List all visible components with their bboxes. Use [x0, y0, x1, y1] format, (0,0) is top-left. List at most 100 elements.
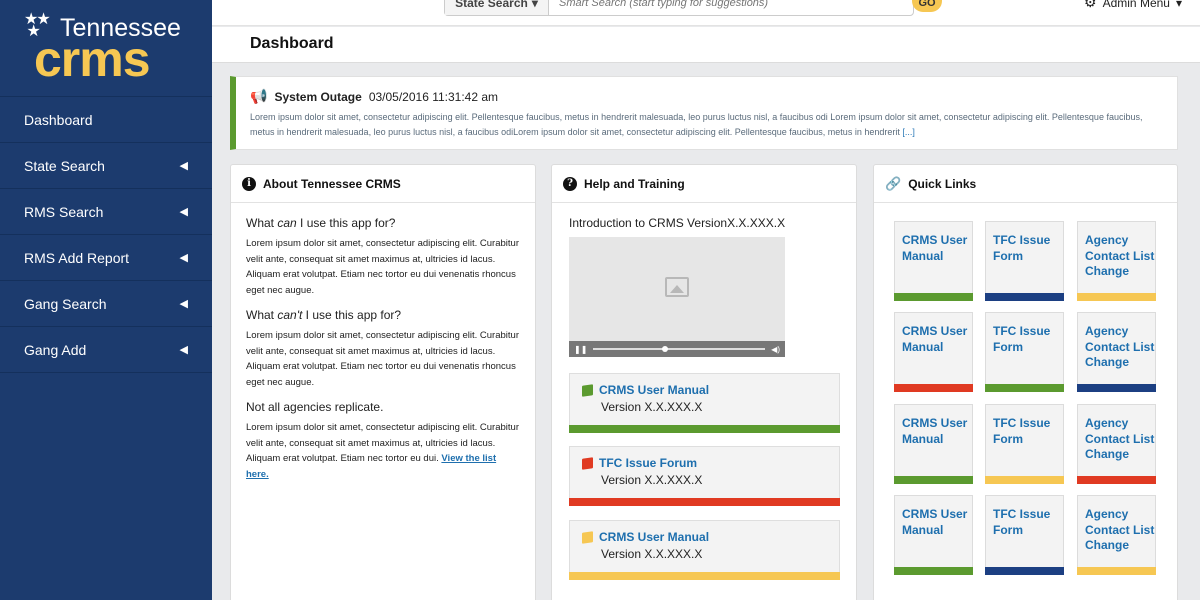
- gears-icon: ⚙: [1084, 0, 1097, 10]
- quick-link-tile[interactable]: CRMS User Manual: [894, 404, 973, 484]
- logo-app-text: crms: [34, 31, 151, 87]
- quick-link-label[interactable]: CRMS User Manual: [902, 416, 974, 447]
- pause-icon[interactable]: ❚❚: [574, 345, 587, 354]
- system-alert: 📢 System Outage 03/05/2016 11:31:42 am L…: [230, 76, 1178, 150]
- smart-search: State Search ▾: [444, 0, 914, 16]
- video-scrubber[interactable]: [662, 346, 669, 352]
- quick-link-tile[interactable]: TFC Issue Form: [985, 312, 1064, 392]
- book-icon: [582, 530, 593, 544]
- quick-link-tile[interactable]: TFC Issue Form: [985, 221, 1064, 301]
- quick-link-label[interactable]: TFC Issue Form: [993, 324, 1065, 355]
- quick-link-tile[interactable]: TFC Issue Form: [985, 495, 1064, 575]
- quick-links-title: Quick Links: [908, 176, 977, 191]
- quick-link-label[interactable]: Agency Contact List Change: [1085, 324, 1157, 371]
- about-question-2: What can't I use this app for?: [246, 308, 402, 322]
- color-stripe: [1077, 384, 1156, 392]
- quick-link-label[interactable]: Agency Contact List Change: [1085, 233, 1157, 280]
- alert-body: Lorem ipsum dolor sit amet, consectetur …: [250, 110, 1165, 140]
- volume-icon[interactable]: ◀): [771, 345, 780, 354]
- go-button[interactable]: GO: [912, 0, 942, 12]
- search-scope-select[interactable]: State Search ▾: [445, 0, 549, 15]
- book-icon: [582, 456, 593, 470]
- about-panel: i About Tennessee CRMS What can I use th…: [230, 164, 536, 600]
- video-title: Introduction to CRMS VersionX.X.XXX.X: [569, 216, 786, 230]
- sidebar-item-label: Gang Add: [24, 341, 87, 358]
- expand-arrow-icon: ◀: [179, 298, 188, 310]
- about-paragraph-2: Lorem ipsum dolor sit amet, consectetur …: [246, 330, 519, 388]
- alert-text: Lorem ipsum dolor sit amet, consectetur …: [250, 112, 1143, 137]
- color-stripe: [569, 425, 840, 433]
- alert-timestamp: 03/05/2016 11:31:42 am: [368, 89, 499, 104]
- admin-menu[interactable]: ⚙ Admin Menu ▾: [1084, 0, 1182, 11]
- quick-link-label[interactable]: CRMS User Manual: [902, 507, 974, 538]
- quick-link-label[interactable]: Agency Contact List Change: [1085, 416, 1157, 463]
- help-document-card[interactable]: CRMS User Manual Version X.X.XXX.X: [569, 520, 840, 580]
- about-question-3: Not all agencies replicate.: [246, 400, 384, 414]
- quick-link-label[interactable]: CRMS User Manual: [902, 324, 974, 355]
- color-stripe: [985, 476, 1064, 484]
- sidebar-item-label: State Search: [24, 157, 105, 174]
- quick-link-label[interactable]: TFC Issue Form: [993, 416, 1065, 447]
- color-stripe: [894, 476, 973, 484]
- video-progress-bar[interactable]: [593, 346, 766, 352]
- page-header: Dashboard: [212, 27, 1200, 63]
- page-title: Dashboard: [250, 35, 334, 52]
- sidebar-item-gang-add[interactable]: Gang Add ◀: [0, 327, 212, 373]
- search-scope-label: State Search: [455, 0, 528, 10]
- color-stripe: [1077, 476, 1156, 484]
- help-document-title[interactable]: CRMS User Manual: [599, 383, 709, 397]
- help-document-title[interactable]: CRMS User Manual: [599, 530, 709, 544]
- quick-link-label[interactable]: Agency Contact List Change: [1085, 507, 1157, 554]
- quick-link-tile[interactable]: CRMS User Manual: [894, 312, 973, 392]
- quick-link-label[interactable]: CRMS User Manual: [902, 233, 974, 264]
- sidebar-item-label: RMS Search: [24, 203, 104, 220]
- quick-link-tile[interactable]: CRMS User Manual: [894, 221, 973, 301]
- info-icon: i: [242, 176, 256, 191]
- alert-title: System Outage: [274, 89, 362, 104]
- quick-link-tile[interactable]: Agency Contact List Change: [1077, 404, 1156, 484]
- quick-link-label[interactable]: TFC Issue Form: [993, 233, 1065, 264]
- color-stripe: [569, 498, 840, 506]
- help-document-card[interactable]: TFC Issue Forum Version X.X.XXX.X: [569, 446, 840, 506]
- help-document-version: Version X.X.XXX.X: [601, 400, 703, 414]
- sidebar-item-dashboard[interactable]: Dashboard: [0, 97, 212, 143]
- sidebar-item-gang-search[interactable]: Gang Search ◀: [0, 281, 212, 327]
- tennessee-crms-logo[interactable]: ★★ ★ Tennessee crms: [24, 8, 204, 85]
- about-paragraph-1: Lorem ipsum dolor sit amet, consectetur …: [246, 238, 519, 296]
- quick-link-tile[interactable]: TFC Issue Form: [985, 404, 1064, 484]
- question-icon: ?: [563, 176, 577, 191]
- quick-link-tile[interactable]: Agency Contact List Change: [1077, 495, 1156, 575]
- help-panel-title: Help and Training: [584, 176, 685, 191]
- about-question-1: What can I use this app for?: [246, 216, 396, 230]
- help-panel: ? Help and Training Introduction to CRMS…: [551, 164, 857, 600]
- expand-arrow-icon: ◀: [179, 160, 188, 172]
- color-stripe: [569, 572, 840, 580]
- help-document-card[interactable]: CRMS User Manual Version X.X.XXX.X: [569, 373, 840, 433]
- color-stripe: [1077, 293, 1156, 301]
- expand-arrow-icon: ◀: [179, 344, 188, 356]
- smart-search-input[interactable]: [549, 0, 913, 15]
- color-stripe: [894, 293, 973, 301]
- color-stripe: [1077, 567, 1156, 575]
- sidebar-item-label: Dashboard: [24, 111, 93, 128]
- book-icon: [582, 383, 593, 397]
- color-stripe: [985, 293, 1064, 301]
- sidebar-item-state-search[interactable]: State Search ◀: [0, 143, 212, 189]
- image-placeholder-icon: [665, 277, 689, 297]
- admin-menu-label: Admin Menu: [1102, 0, 1170, 10]
- video-player[interactable]: ❚❚ ◀): [569, 237, 785, 357]
- help-document-version: Version X.X.XXX.X: [601, 473, 703, 487]
- quick-links-panel: 🔗 Quick Links CRMS User Manual TFC Issue …: [873, 164, 1178, 600]
- alert-more-link[interactable]: [...]: [902, 127, 915, 137]
- quick-link-label[interactable]: TFC Issue Form: [993, 507, 1065, 538]
- quick-link-tile[interactable]: CRMS User Manual: [894, 495, 973, 575]
- expand-arrow-icon: ◀: [179, 206, 188, 218]
- quick-link-tile[interactable]: Agency Contact List Change: [1077, 221, 1156, 301]
- sidebar-item-rms-search[interactable]: RMS Search ◀: [0, 189, 212, 235]
- about-paragraph-3: Lorem ipsum dolor sit amet, consectetur …: [246, 422, 519, 480]
- help-document-title[interactable]: TFC Issue Forum: [599, 456, 697, 470]
- sidebar-item-rms-add-report[interactable]: RMS Add Report ◀: [0, 235, 212, 281]
- top-bar: State Search ▾ GO ⚙ Admin Menu ▾: [212, 0, 1200, 26]
- quick-link-tile[interactable]: Agency Contact List Change: [1077, 312, 1156, 392]
- sidebar: ★★ ★ Tennessee crms Dashboard State Searc…: [0, 0, 212, 600]
